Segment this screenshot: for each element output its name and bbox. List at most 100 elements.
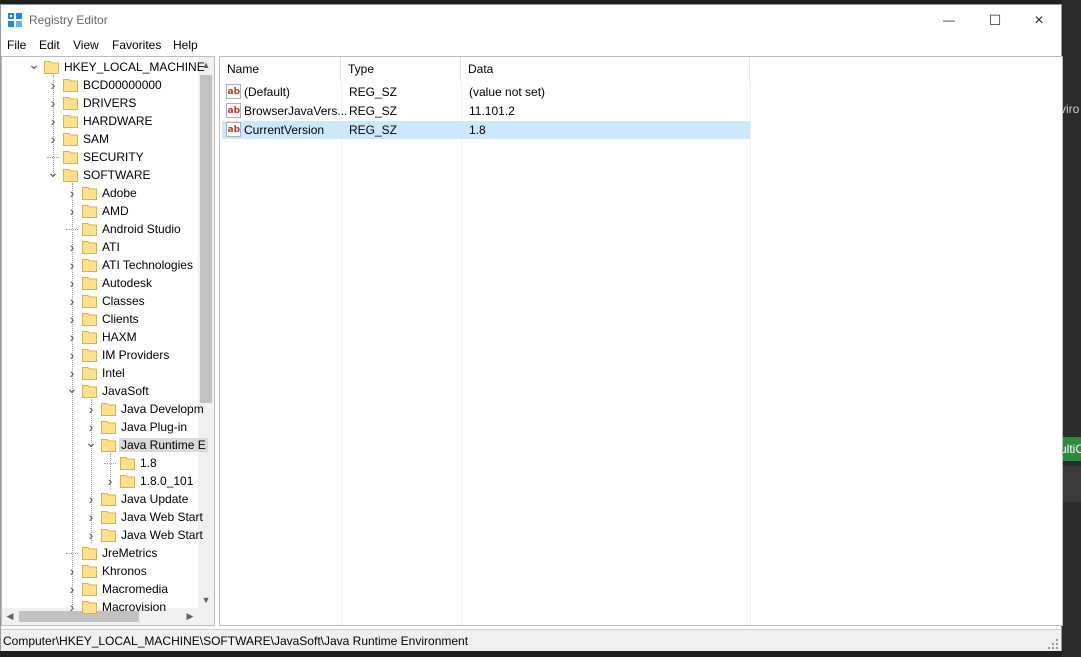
values-list[interactable]: Name Type Data ab (Default) REG_SZ (value n… [219,56,1063,626]
expand-chevron-icon[interactable]: › [66,292,78,310]
tree-item[interactable]: ⌄ SOFTWARE [2,165,202,184]
expand-chevron-icon[interactable]: › [85,490,97,508]
expand-chevron-icon[interactable]: › [66,274,78,292]
tree-item[interactable]: › Classes [2,292,202,310]
expand-chevron-icon[interactable]: › [66,598,78,616]
tree-item[interactable]: › DRIVERS [2,94,202,112]
folder-icon [82,565,97,578]
value-name: BrowserJavaVers... [244,104,348,118]
expand-chevron-icon[interactable]: › [66,310,78,328]
svg-text:ab: ab [228,125,241,135]
close-button[interactable]: ✕ [1016,5,1062,35]
tree-item[interactable]: › IM Providers [2,346,202,364]
collapse-chevron-icon[interactable]: ⌄ [66,381,78,400]
tree-item[interactable]: › Java Web Start [2,526,203,544]
tree-item[interactable]: › Adobe [2,184,202,202]
tree-item[interactable]: SECURITY [2,148,202,166]
tree-item[interactable]: › Intel [2,364,202,382]
tree-item[interactable]: JreMetrics [2,544,202,562]
resize-grip-icon[interactable] [1048,639,1058,649]
tree-item[interactable]: ⌄ HKEY_LOCAL_MACHINE [2,57,205,76]
expand-chevron-icon[interactable]: › [66,184,78,202]
tree-item[interactable]: › AMD [2,202,202,220]
tree-item-label: Java Web Start [121,510,203,524]
tree-item-label: Autodesk [102,276,153,290]
folder-icon [63,151,78,164]
expand-chevron-icon[interactable]: › [104,472,116,490]
tree-item[interactable]: Android Studio [2,220,202,238]
maximize-icon: ☐ [988,11,1002,28]
column-header-name[interactable]: Name [220,57,341,81]
tree-item[interactable]: › ATI [2,238,202,256]
expand-chevron-icon[interactable]: › [47,76,59,94]
menu-help[interactable]: Help [173,38,198,52]
expand-chevron-icon[interactable]: › [66,328,78,346]
folder-icon [63,79,78,92]
tree-item[interactable]: › Khronos [2,562,202,580]
key-tree[interactable]: ▲ ▼ ◀ ▶ ⌄ HKEY_LOCAL_MACHINE › BCD00000000 ›… [1,56,215,626]
tree-item[interactable]: 1.8 [2,454,202,472]
folder-icon [82,205,97,218]
tree-item[interactable]: › Java Developm [2,400,204,418]
value-row[interactable]: ab CurrentVersion REG_SZ 1.8 [222,121,750,139]
tree-item-label: Classes [102,294,145,308]
tree-item[interactable]: › HAXM [2,328,202,346]
folder-icon [82,187,97,200]
tree-item[interactable]: ⌄ Java Runtime E [2,435,208,454]
value-row[interactable]: ab BrowserJavaVers... REG_SZ 11.101.2 [222,102,750,120]
folder-icon [101,421,116,434]
tree-item[interactable]: › HARDWARE [2,112,202,130]
title-bar[interactable]: Registry Editor — ☐ ✕ [1,5,1061,35]
tree-item-label: SECURITY [83,150,144,164]
collapse-chevron-icon[interactable]: ⌄ [28,57,40,76]
expand-chevron-icon[interactable]: › [47,130,59,148]
expand-chevron-icon[interactable]: › [66,580,78,598]
tree-item-label: BCD00000000 [83,78,162,92]
tree-item[interactable]: › Macrovision [2,598,202,616]
collapse-chevron-icon[interactable]: ⌄ [47,165,59,184]
tree-item-label: Java Developm [121,402,204,416]
menu-file[interactable]: File [7,38,26,52]
tree-item-label: SAM [83,132,110,146]
expand-chevron-icon[interactable]: › [85,508,97,526]
tree-item[interactable]: › Clients [2,310,202,328]
expand-chevron-icon[interactable]: › [66,256,78,274]
minimize-button[interactable]: — [926,5,972,35]
tree-item[interactable]: › Java Plug-in [2,418,202,436]
tree-item[interactable]: › Java Web Start [2,508,203,526]
expand-chevron-icon[interactable]: › [85,400,97,418]
expand-chevron-icon[interactable]: › [47,112,59,130]
expand-chevron-icon[interactable]: › [66,346,78,364]
background-strip [1062,466,1081,502]
status-path: Computer\HKEY_LOCAL_MACHINE\SOFTWARE\Jav… [3,634,469,648]
registry-editor-window: Registry Editor — ☐ ✕ File Edit View Fav… [0,4,1063,651]
menu-view[interactable]: View [73,38,99,52]
expand-chevron-icon[interactable]: › [66,238,78,256]
menu-favorites[interactable]: Favorites [112,38,161,52]
expand-chevron-icon[interactable]: › [47,94,59,112]
column-header-data[interactable]: Data [461,57,750,81]
tree-item-label: 1.8.0_101 [140,474,194,488]
tree-item[interactable]: › Autodesk [2,274,202,292]
folder-icon [82,367,97,380]
column-header-type[interactable]: Type [341,57,461,81]
background-text: viro [1062,102,1080,116]
tree-item-label: Intel [102,366,125,380]
collapse-chevron-icon[interactable]: ⌄ [85,435,97,454]
expand-chevron-icon[interactable]: › [85,526,97,544]
tree-item[interactable]: › Java Update [2,490,202,508]
tree-item[interactable]: ⌄ JavaSoft [2,381,202,400]
tree-item[interactable]: › SAM [2,130,202,148]
folder-icon [82,295,97,308]
menu-edit[interactable]: Edit [39,38,60,52]
expand-chevron-icon[interactable]: › [66,562,78,580]
expand-chevron-icon[interactable]: › [66,202,78,220]
maximize-button[interactable]: ☐ [972,5,1018,35]
value-row[interactable]: ab (Default) REG_SZ (value not set) [222,83,750,101]
folder-icon [82,547,97,560]
tree-item[interactable]: › 1.8.0_101 [2,472,202,490]
tree-item-label: ATI Technologies [102,258,193,272]
tree-item[interactable]: › BCD00000000 [2,76,202,94]
tree-item[interactable]: › Macromedia [2,580,202,598]
tree-item[interactable]: › ATI Technologies [2,256,202,274]
